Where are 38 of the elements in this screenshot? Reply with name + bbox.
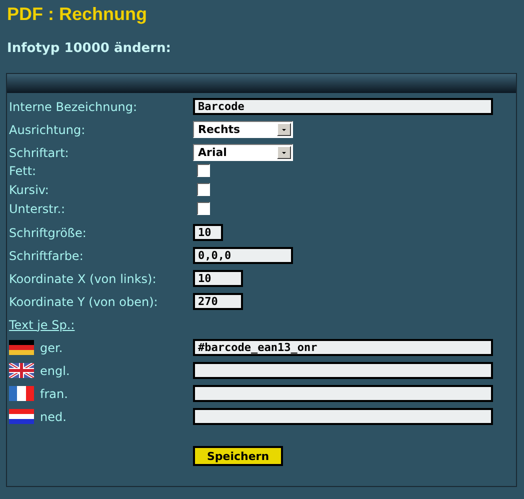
field-label: Kursiv: <box>9 183 49 197</box>
page-title: PDF : Rechnung <box>6 3 148 25</box>
caret-icon <box>277 123 291 136</box>
german-flag-icon <box>9 340 34 355</box>
field-label: Unterstr.: <box>9 202 66 216</box>
texts-link[interactable]: Text je Sp.: <box>9 318 75 332</box>
field-label: Koordinate Y (von oben): <box>9 294 158 308</box>
language-label: ned. <box>40 410 66 424</box>
input-field[interactable] <box>193 385 493 402</box>
british-flag-icon <box>9 363 34 378</box>
field-label: Interne Bezeichnung: <box>9 100 138 114</box>
field-label: Schriftart: <box>9 146 69 160</box>
dutch-flag-icon <box>9 409 34 424</box>
input-field[interactable]: 10 <box>193 224 223 241</box>
language-label: engl. <box>40 364 70 378</box>
dropdown[interactable]: Arial <box>193 144 293 161</box>
input-field[interactable] <box>193 362 493 379</box>
field-label: Schriftgröße: <box>9 226 86 240</box>
checkbox[interactable] <box>197 202 210 215</box>
input-field[interactable]: 0,0,0 <box>193 247 293 264</box>
field-label: Ausrichtung: <box>9 122 86 136</box>
input-field[interactable] <box>193 408 493 425</box>
subtitle: Infotyp 10000 ändern: <box>7 41 171 56</box>
language-label: fran. <box>40 386 68 400</box>
field-label: Koordinate X (von links): <box>9 272 156 286</box>
caret-icon <box>277 146 291 159</box>
input-field[interactable]: 10 <box>193 270 243 287</box>
save-button[interactable]: Speichern <box>193 446 283 466</box>
input-field[interactable]: Barcode <box>193 98 493 115</box>
dropdown[interactable]: Rechts <box>193 121 293 138</box>
language-label: ger. <box>40 340 63 354</box>
input-field[interactable]: 270 <box>193 293 243 310</box>
field-label: Schriftfarbe: <box>9 248 84 262</box>
input-field[interactable]: #barcode_ean13_onr <box>193 339 493 356</box>
checkbox[interactable] <box>197 183 210 196</box>
field-label: Fett: <box>9 164 36 178</box>
checkbox[interactable] <box>197 164 210 177</box>
french-flag-icon <box>9 386 34 401</box>
